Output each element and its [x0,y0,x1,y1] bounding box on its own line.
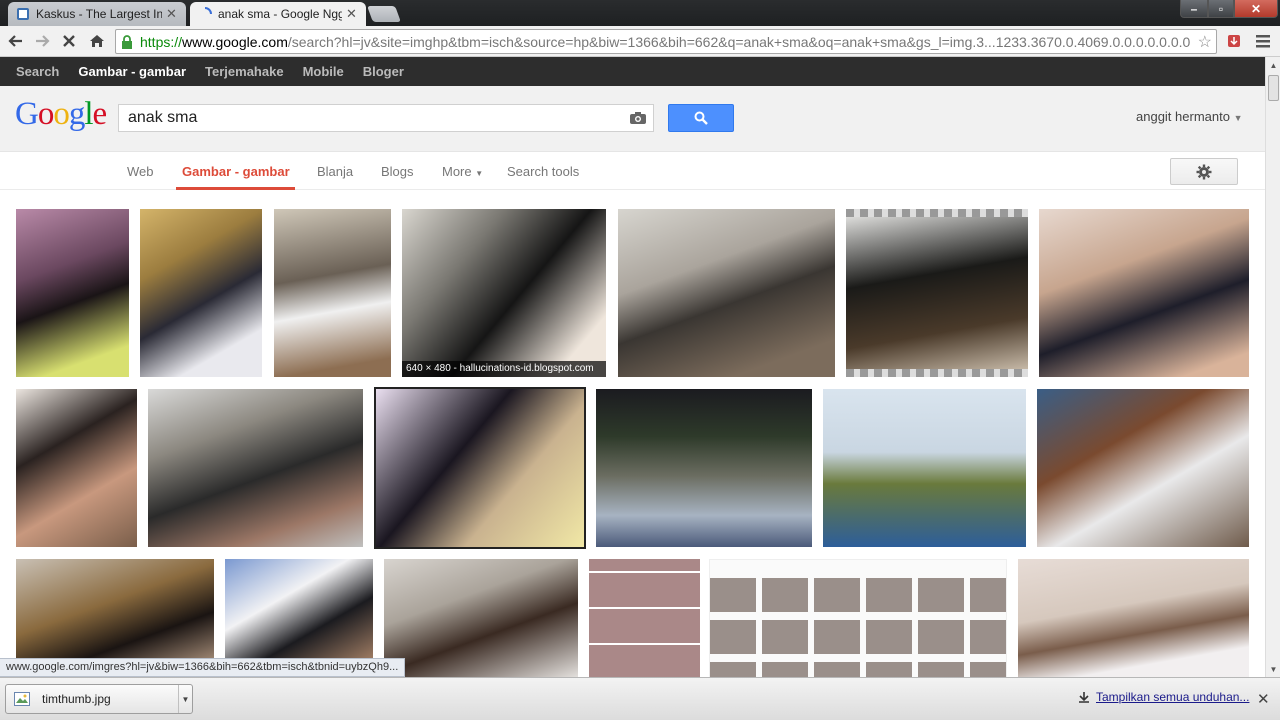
window-titlebar: Kaskus - The Largest Indo ✕ anak sma - G… [0,0,1280,26]
search-input[interactable]: anak sma [118,104,654,132]
wrench-menu-icon[interactable] [1256,34,1270,48]
settings-button[interactable] [1170,158,1238,185]
gbar-link-blogger[interactable]: Bloger [363,64,404,79]
page-scrollbar[interactable]: ▲ ▼ [1265,57,1280,677]
url-host: www.google.com [182,33,288,50]
download-item[interactable]: timthumb.jpg ▼ [5,684,193,714]
browser-tab-kaskus[interactable]: Kaskus - The Largest Indo ✕ [8,2,186,26]
status-url-bubble: www.google.com/imgres?hl=jv&biw=1366&bih… [0,658,406,677]
tab-close-icon[interactable]: ✕ [346,6,358,22]
search-tabs: Web Gambar - gambar Blanja Blogs More ▼ … [0,152,1265,190]
extension-icon[interactable] [1226,33,1242,49]
image-thumbnail-selected[interactable] [374,387,586,549]
gbar-link-translate[interactable]: Terjemahake [205,64,284,79]
user-name: anggit hermanto [1136,109,1230,124]
kaskus-favicon-icon [16,7,30,21]
forward-icon[interactable] [31,30,53,52]
google-bar: Search Gambar - gambar Terjemahake Mobil… [0,57,1265,86]
gbar-link-mobile[interactable]: Mobile [303,64,344,79]
gbar-link-images[interactable]: Gambar - gambar [78,64,186,79]
image-thumbnail[interactable] [16,389,137,547]
tab-shopping[interactable]: Blanja [317,164,353,179]
stop-icon[interactable] [58,30,80,52]
image-thumbnail[interactable] [1018,559,1249,677]
address-bar[interactable]: https://www.google.com/search?hl=jv&site… [115,29,1217,54]
download-filename: timthumb.jpg [42,692,111,706]
image-thumbnail[interactable] [148,389,363,547]
scroll-down-icon[interactable]: ▼ [1266,661,1280,677]
chevron-down-icon: ▼ [475,169,484,178]
screenshot-grid [710,578,1006,677]
tab-title: Kaskus - The Largest Indo [36,7,162,21]
new-tab-button[interactable] [367,6,401,22]
gear-icon [1196,164,1212,179]
image-results-grid: 640 × 480 - hallucinations-id.blogspot.c… [0,190,1265,677]
download-arrow-icon [1079,692,1089,703]
show-all-downloads-label: Tampilkan semua unduhan... [1096,690,1250,704]
tab-search-tools[interactable]: Search tools [507,164,579,179]
image-thumbnail[interactable] [1037,389,1249,547]
browser-toolbar: https://www.google.com/search?hl=jv&site… [0,26,1280,57]
image-thumbnail[interactable] [384,559,578,677]
tab-images[interactable]: Gambar - gambar [182,164,290,179]
bookmark-star-icon[interactable]: ☆ [1198,32,1212,52]
thumbnail-info: 640 × 480 - hallucinations-id.blogspot.c… [402,361,606,377]
url-path: /search?hl=jv&site=imghp&tbm=isch&source… [287,33,1191,50]
image-thumbnail[interactable] [16,209,129,377]
download-menu-chevron-icon[interactable]: ▼ [178,685,192,713]
image-thumbnail[interactable] [1039,209,1249,377]
tab-web[interactable]: Web [127,164,154,179]
back-icon[interactable] [5,30,27,52]
show-all-downloads-link[interactable]: Tampilkan semua unduhan... [1078,690,1249,704]
scroll-thumb[interactable] [1268,75,1279,101]
image-thumbnail[interactable]: 640 × 480 - hallucinations-id.blogspot.c… [402,209,606,377]
download-shelf: timthumb.jpg ▼ Tampilkan semua unduhan..… [0,677,1280,720]
user-account-menu[interactable]: anggit hermanto ▼ [1136,109,1243,124]
image-thumbnail[interactable] [709,559,1007,677]
tab-close-icon[interactable]: ✕ [166,6,178,22]
lock-icon [122,34,132,49]
browser-tab-google[interactable]: anak sma - Google Nggoli ✕ [190,2,366,26]
image-thumbnail[interactable] [589,559,700,677]
tab-more-label: More [442,164,472,179]
search-query: anak sma [128,109,198,126]
search-button[interactable] [668,104,734,132]
scroll-up-icon[interactable]: ▲ [1266,57,1280,73]
tab-blogs[interactable]: Blogs [381,164,414,179]
chevron-down-icon: ▼ [1233,113,1243,123]
url-scheme: https:// [140,33,183,50]
image-thumbnail[interactable] [140,209,262,377]
tab-more[interactable]: More ▼ [442,164,483,179]
image-file-icon [14,692,30,706]
search-header: Google anak sma anggit hermanto ▼ [0,86,1265,152]
camera-icon[interactable] [629,111,647,125]
window-minimize-button[interactable]: – [1180,0,1208,18]
search-icon [694,111,708,125]
window-maximize-button[interactable]: ▫ [1208,0,1234,18]
image-thumbnail[interactable] [846,209,1028,377]
image-thumbnail[interactable] [596,389,812,547]
window-close-button[interactable]: ✕ [1234,0,1278,18]
loading-spinner-icon [198,7,212,21]
home-icon[interactable] [86,30,108,52]
image-thumbnail[interactable] [274,209,391,377]
gbar-link-search[interactable]: Search [16,64,59,79]
tab-title: anak sma - Google Nggoli [218,7,342,21]
close-icon[interactable]: ✕ [1257,690,1270,708]
image-thumbnail[interactable] [823,389,1026,547]
google-logo[interactable]: Google [15,96,107,133]
image-thumbnail[interactable] [618,209,835,377]
